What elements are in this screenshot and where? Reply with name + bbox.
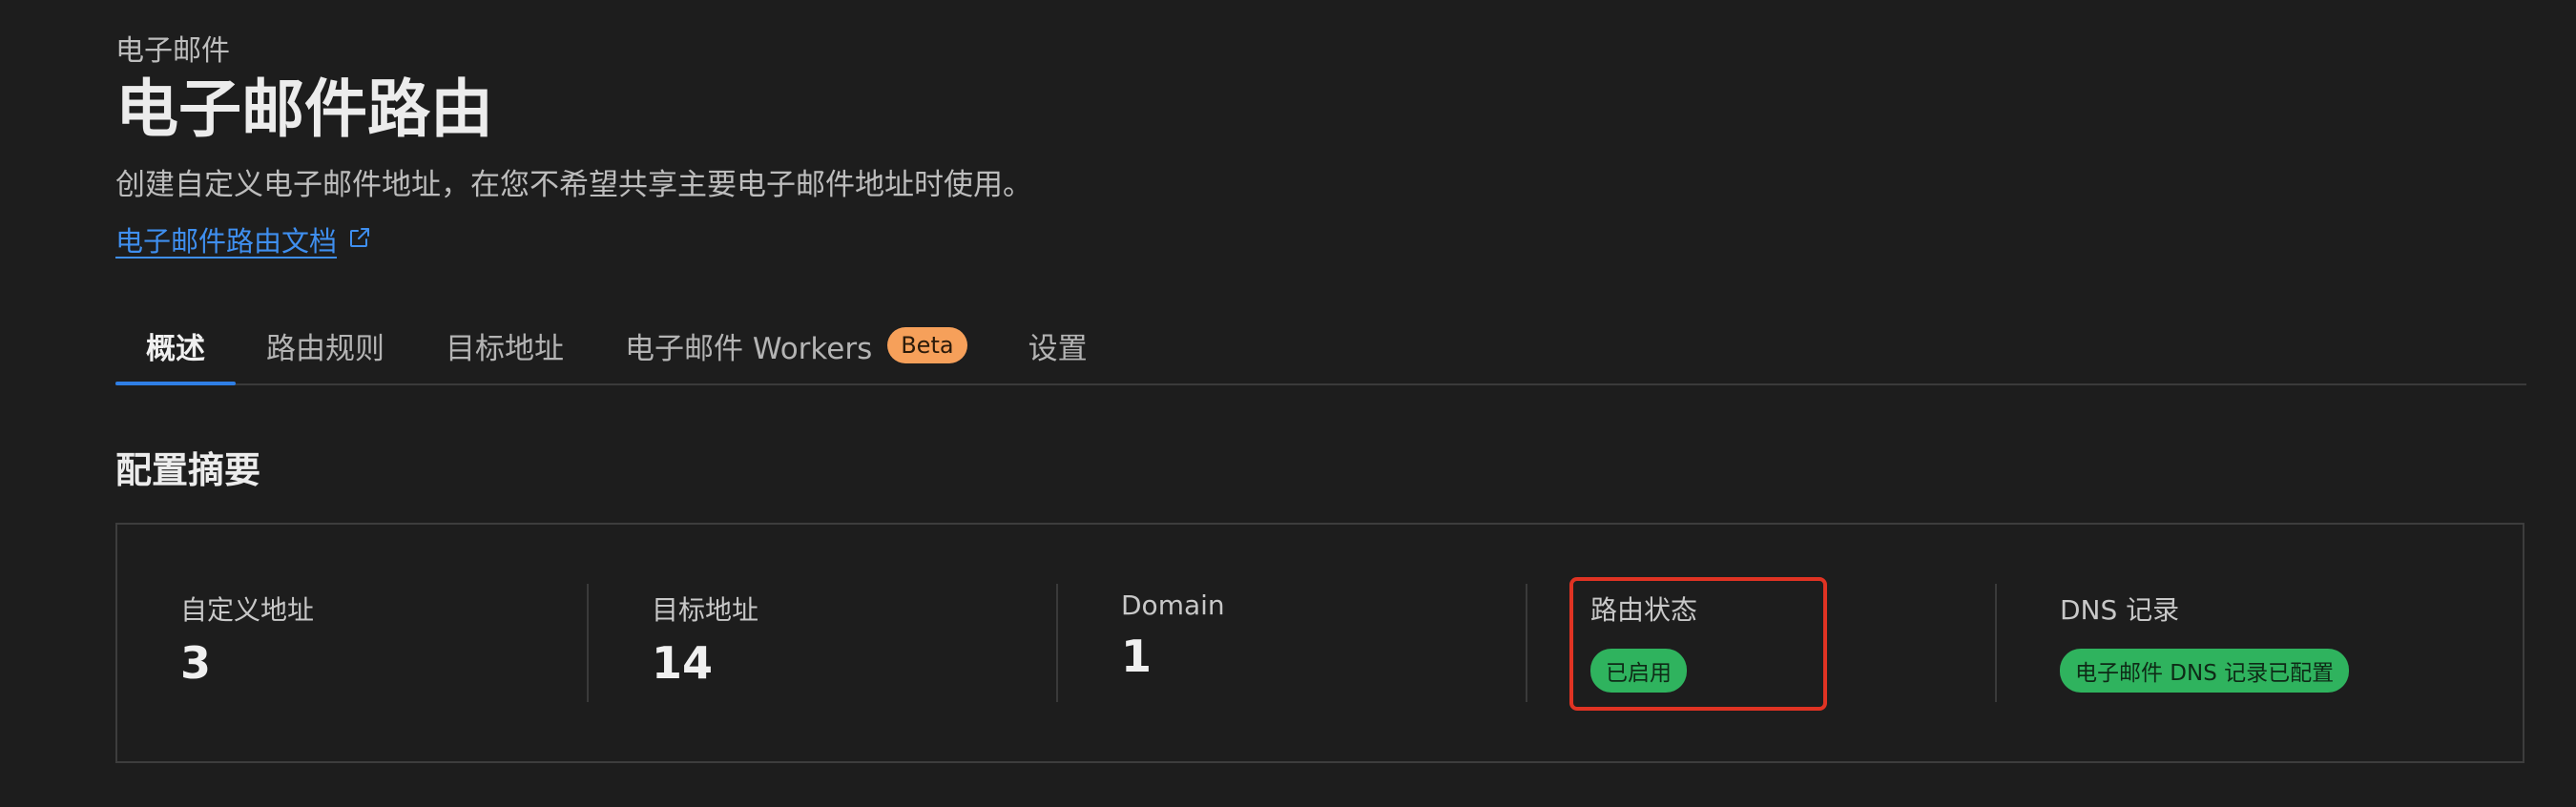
page-description: 创建自定义电子邮件地址，在您不希望共享主要电子邮件地址时使用。 xyxy=(115,168,1032,202)
stat-value: 1 xyxy=(1121,631,1153,682)
docs-link[interactable]: 电子邮件路由文档 xyxy=(115,219,371,259)
status-badge: 已启用 xyxy=(1590,649,1687,693)
config-summary-card: 自定义地址 3 目标地址 14 Domain 1 路由状态 已启用 DNS 记录… xyxy=(115,523,2524,763)
stat-custom-addresses: 自定义地址 3 xyxy=(117,584,587,702)
page-title: 电子邮件路由 xyxy=(115,72,493,146)
config-summary-title: 配置摘要 xyxy=(115,449,261,491)
stat-domain: Domain 1 xyxy=(1056,584,1526,702)
tab-email-workers[interactable]: 电子邮件 Workers Beta xyxy=(594,307,998,383)
tab-label: 目标地址 xyxy=(446,331,564,366)
tab-label: 设置 xyxy=(1028,331,1088,366)
stat-label: 目标地址 xyxy=(652,594,759,626)
docs-link-label: 电子邮件路由文档 xyxy=(115,225,338,258)
tab-bar: 概述 路由规则 目标地址 电子邮件 Workers Beta 设置 xyxy=(115,307,2526,385)
external-link-icon xyxy=(348,223,371,256)
tab-routing-rules[interactable]: 路由规则 xyxy=(236,307,415,383)
stat-label: 自定义地址 xyxy=(180,594,315,626)
breadcrumb: 电子邮件 xyxy=(115,34,230,68)
tab-label: 电子邮件 Workers xyxy=(625,331,873,366)
status-badge: 电子邮件 DNS 记录已配置 xyxy=(2060,649,2350,693)
beta-badge: Beta xyxy=(887,327,967,363)
email-routing-page: 电子邮件 电子邮件路由 创建自定义电子邮件地址，在您不希望共享主要电子邮件地址时… xyxy=(0,0,2576,807)
tab-label: 路由规则 xyxy=(266,331,384,366)
tab-overview[interactable]: 概述 xyxy=(115,307,236,385)
stat-routing-status: 路由状态 已启用 xyxy=(1526,584,1995,702)
stat-value: 14 xyxy=(652,637,714,689)
tab-destination-addresses[interactable]: 目标地址 xyxy=(415,307,594,383)
tab-label: 概述 xyxy=(146,331,205,366)
stat-label: 路由状态 xyxy=(1590,594,1698,626)
stat-dns-records: DNS 记录 电子邮件 DNS 记录已配置 xyxy=(1995,584,2464,702)
tab-settings[interactable]: 设置 xyxy=(998,307,1118,383)
stat-destination-addresses: 目标地址 14 xyxy=(587,584,1056,702)
stat-label: Domain xyxy=(1121,590,1225,621)
stat-label: DNS 记录 xyxy=(2060,594,2180,626)
stat-value: 3 xyxy=(180,637,212,689)
